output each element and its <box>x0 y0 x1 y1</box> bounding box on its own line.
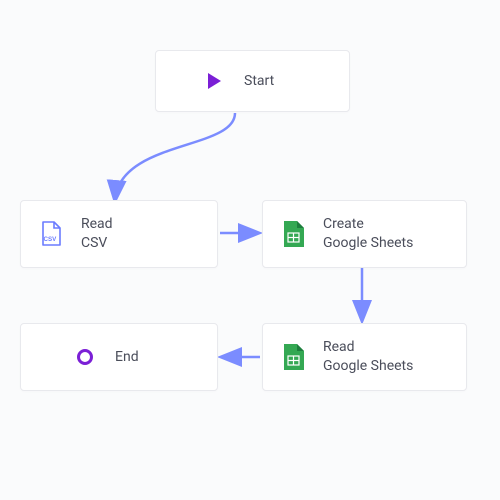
node-read-sheets-label: Read Google Sheets <box>323 338 413 376</box>
node-read-csv-label: Read CSV <box>81 215 113 253</box>
node-read-csv[interactable]: CSV Read CSV <box>20 200 218 268</box>
node-read-sheets[interactable]: Read Google Sheets <box>262 323 467 391</box>
svg-text:CSV: CSV <box>44 236 58 243</box>
google-sheets-icon <box>281 222 305 246</box>
end-circle-icon <box>73 345 97 369</box>
node-end[interactable]: End <box>20 323 218 391</box>
node-start-label: Start <box>244 72 274 91</box>
node-create-sheets-label: Create Google Sheets <box>323 215 413 253</box>
csv-file-icon: CSV <box>39 222 63 246</box>
play-icon <box>202 69 226 93</box>
node-start[interactable]: Start <box>155 50 350 112</box>
node-end-label: End <box>115 348 139 367</box>
google-sheets-icon <box>281 345 305 369</box>
node-create-sheets[interactable]: Create Google Sheets <box>262 200 467 268</box>
